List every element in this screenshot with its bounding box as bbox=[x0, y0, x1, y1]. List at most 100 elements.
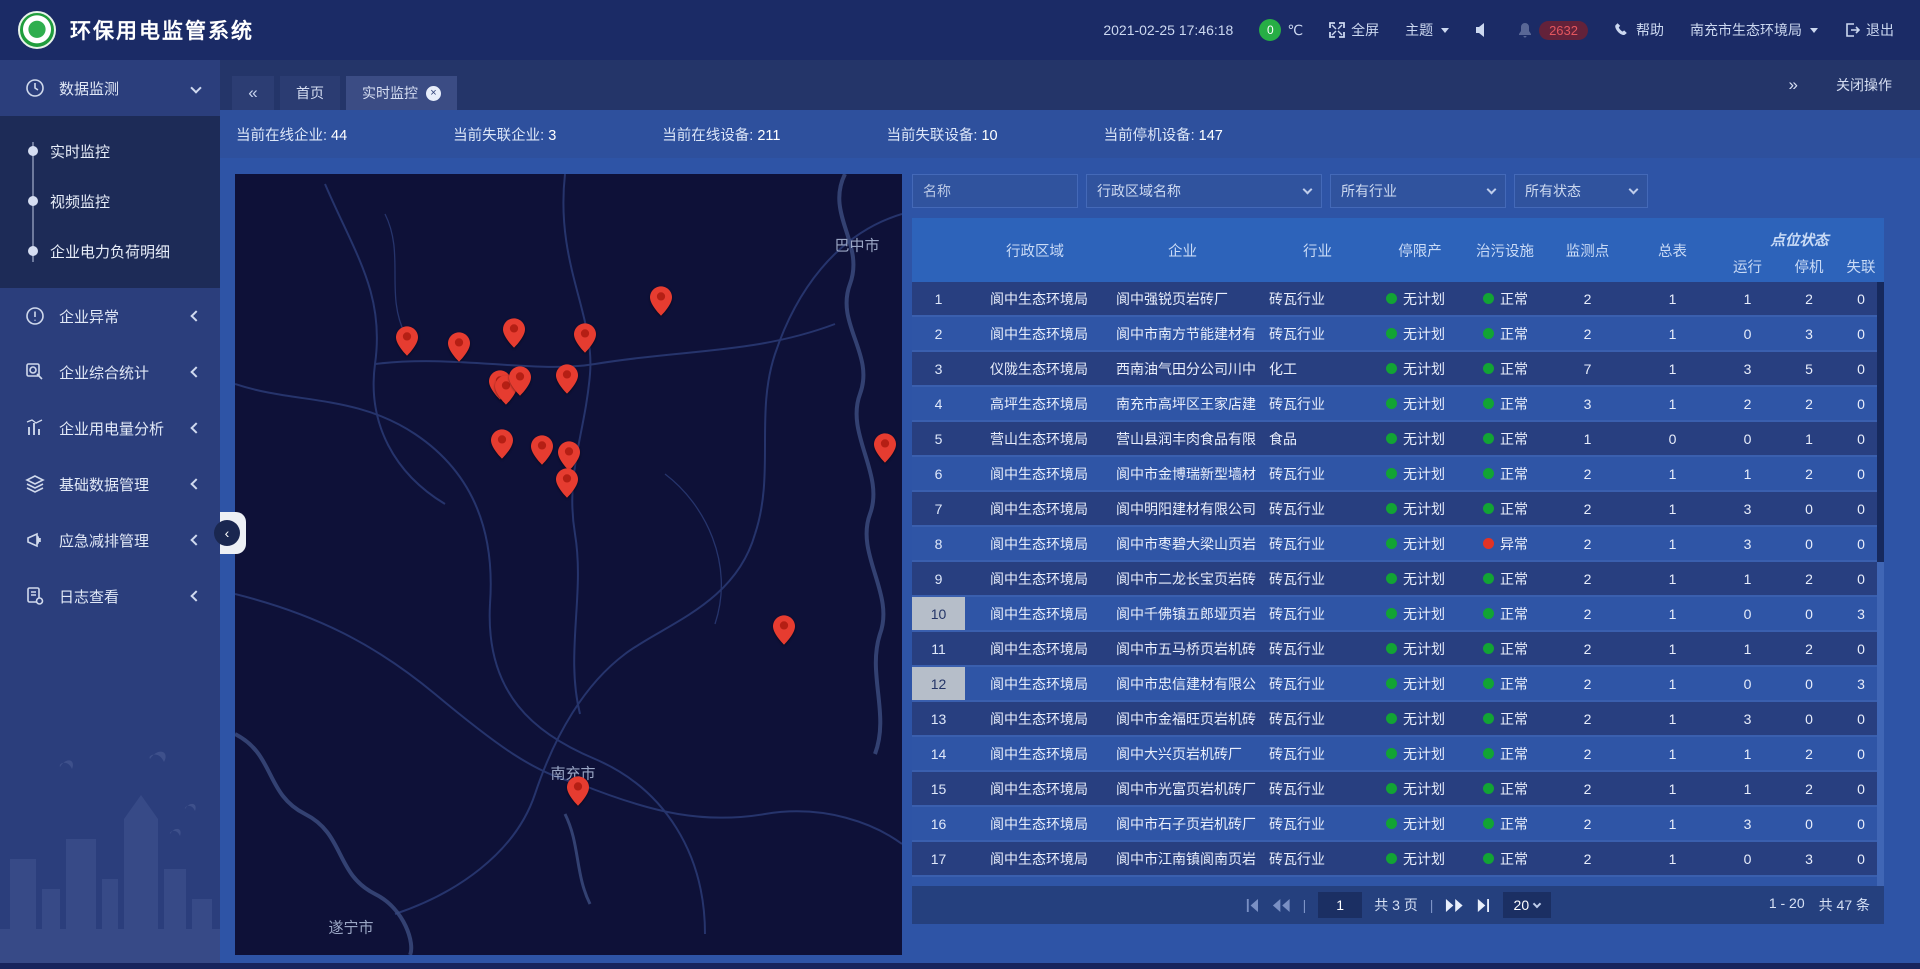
status-dot-icon bbox=[1483, 398, 1494, 409]
map-marker-icon[interactable] bbox=[491, 429, 513, 459]
tab-home[interactable]: 首页 bbox=[280, 76, 340, 110]
table-row[interactable]: 7阆中生态环境局阆中明阳建材有限公司砖瓦行业无计划正常21300 bbox=[912, 492, 1884, 527]
map-marker-icon[interactable] bbox=[874, 433, 896, 463]
map-marker-icon[interactable] bbox=[556, 468, 578, 498]
table-scrollbar[interactable] bbox=[1877, 282, 1884, 886]
table-row[interactable]: 12阆中生态环境局阆中市忠信建材有限公砖瓦行业无计划正常21003 bbox=[912, 667, 1884, 702]
first-page-button[interactable] bbox=[1245, 899, 1260, 912]
sidebar-item-power-load-detail[interactable]: 企业电力负荷明细 bbox=[0, 226, 220, 276]
page-number-input[interactable]: 1 bbox=[1318, 892, 1362, 918]
map-marker-icon[interactable] bbox=[448, 332, 470, 362]
sidebar-group-log-view[interactable]: 日志查看 bbox=[0, 568, 220, 624]
scrollbar-thumb[interactable] bbox=[1877, 282, 1884, 562]
last-page-button[interactable] bbox=[1476, 899, 1491, 912]
cell-limit-status: 无计划 bbox=[1375, 457, 1465, 490]
table-row[interactable]: 4高坪生态环境局南充市高坪区王家店建砖瓦行业无计划正常31220 bbox=[912, 387, 1884, 422]
cell-row-number: 8 bbox=[912, 527, 965, 560]
next-page-button[interactable] bbox=[1445, 899, 1464, 912]
cell-stop: 2 bbox=[1780, 282, 1838, 315]
sidebar-group-enterprise-statistics[interactable]: 企业综合统计 bbox=[0, 344, 220, 400]
cell-industry: 砖瓦行业 bbox=[1260, 597, 1375, 630]
cell-row-number: 6 bbox=[912, 457, 965, 490]
map-marker-icon[interactable] bbox=[556, 364, 578, 394]
cell-limit-status: 无计划 bbox=[1375, 632, 1465, 665]
org-dropdown[interactable]: 南充市生态环境局 bbox=[1690, 20, 1818, 40]
status-dot-icon bbox=[1483, 853, 1494, 864]
table-row[interactable]: 8阆中生态环境局阆中市枣碧大梁山页岩砖瓦行业无计划异常21300 bbox=[912, 527, 1884, 562]
sidebar-item-realtime-monitor[interactable]: 实时监控 bbox=[0, 126, 220, 176]
map-marker-icon[interactable] bbox=[396, 326, 418, 356]
region-filter-select[interactable]: 行政区域名称 bbox=[1086, 174, 1322, 208]
sidebar-item-video-monitor[interactable]: 视频监控 bbox=[0, 176, 220, 226]
sidebar-group-power-analysis[interactable]: 企业用电量分析 bbox=[0, 400, 220, 456]
map-panel[interactable]: 巴中市南充市遂宁市 bbox=[235, 174, 902, 955]
map-marker-icon[interactable] bbox=[558, 441, 580, 471]
industry-filter-select[interactable]: 所有行业 bbox=[1330, 174, 1506, 208]
cell-limit-status: 无计划 bbox=[1375, 562, 1465, 595]
table-row[interactable]: 17阆中生态环境局阆中市江南镇阆南页岩砖瓦行业无计划正常21030 bbox=[912, 842, 1884, 877]
page-size-select[interactable]: 20 bbox=[1503, 892, 1551, 918]
map-marker-icon[interactable] bbox=[574, 323, 596, 353]
tabs-scroll-right-button[interactable]: » bbox=[1789, 75, 1798, 95]
table-row[interactable]: 10阆中生态环境局阆中千佛镇五郎垭页岩砖瓦行业无计划正常21003 bbox=[912, 597, 1884, 632]
cell-facility-status: 正常 bbox=[1465, 562, 1545, 595]
map-marker-icon[interactable] bbox=[531, 435, 553, 465]
column-group-point-status: 点位状态 bbox=[1715, 218, 1884, 252]
status-dot-icon bbox=[1386, 748, 1397, 759]
close-icon[interactable]: × bbox=[426, 86, 441, 101]
sidebar-group-base-data[interactable]: 基础数据管理 bbox=[0, 456, 220, 512]
name-filter-field[interactable] bbox=[912, 174, 1078, 208]
table-row[interactable]: 1阆中生态环境局阆中强锐页岩砖厂砖瓦行业无计划正常21120 bbox=[912, 282, 1884, 317]
table-row[interactable]: 9阆中生态环境局阆中市二龙长宝页岩砖砖瓦行业无计划正常21120 bbox=[912, 562, 1884, 597]
prev-page-icon bbox=[1272, 899, 1291, 912]
column-header-region: 行政区域 bbox=[965, 218, 1105, 282]
table-row[interactable]: 6阆中生态环境局阆中市金博瑞新型墙材砖瓦行业无计划正常21120 bbox=[912, 457, 1884, 492]
sidebar-submenu: 实时监控 视频监控 企业电力负荷明细 bbox=[0, 116, 220, 288]
map-marker-icon[interactable] bbox=[503, 318, 525, 348]
status-dot-icon bbox=[1483, 328, 1494, 339]
cell-company: 阆中市枣碧大梁山页岩 bbox=[1105, 527, 1260, 560]
notifications[interactable]: 2632 bbox=[1517, 21, 1588, 40]
tabs-scroll-left-button[interactable]: « bbox=[232, 76, 274, 110]
sidebar-group-data-monitoring[interactable]: 数据监测 bbox=[0, 60, 220, 116]
help-button[interactable]: 帮助 bbox=[1614, 20, 1664, 40]
status-filter-select[interactable]: 所有状态 bbox=[1514, 174, 1648, 208]
cell-points: 2 bbox=[1545, 562, 1630, 595]
status-dot-icon bbox=[1483, 538, 1494, 549]
sidebar-group-enterprise-abnormal[interactable]: 企业异常 bbox=[0, 288, 220, 344]
cell-company: 阆中强锐页岩砖厂 bbox=[1105, 282, 1260, 315]
status-dot-icon bbox=[1386, 573, 1397, 584]
table-row[interactable]: 5营山生态环境局营山县润丰肉食品有限食品无计划正常10010 bbox=[912, 422, 1884, 457]
theme-dropdown[interactable]: 主题 bbox=[1405, 20, 1449, 40]
cell-row-number: 9 bbox=[912, 562, 965, 595]
logout-button[interactable]: 退出 bbox=[1844, 20, 1894, 40]
close-operations-dropdown[interactable]: 关闭操作 bbox=[1836, 75, 1892, 95]
cell-row-number: 13 bbox=[912, 702, 965, 735]
map-marker-icon[interactable] bbox=[773, 615, 795, 645]
app-logo-icon bbox=[18, 11, 56, 49]
cell-stop: 2 bbox=[1780, 387, 1838, 420]
fullscreen-button[interactable]: 全屏 bbox=[1329, 20, 1379, 40]
map-marker-icon[interactable] bbox=[567, 776, 589, 806]
table-row[interactable]: 11阆中生态环境局阆中市五马桥页岩机砖砖瓦行业无计划正常21120 bbox=[912, 632, 1884, 667]
map-marker-icon[interactable] bbox=[650, 286, 672, 316]
cell-facility-status: 正常 bbox=[1465, 842, 1545, 875]
sidebar-collapse-toggle[interactable]: ‹ bbox=[220, 512, 246, 554]
map-marker-icon[interactable] bbox=[509, 366, 531, 396]
prev-page-button[interactable] bbox=[1272, 899, 1291, 912]
table-row[interactable]: 14阆中生态环境局阆中大兴页岩机砖厂砖瓦行业无计划正常21120 bbox=[912, 737, 1884, 772]
sound-button[interactable] bbox=[1475, 22, 1491, 38]
table-row[interactable]: 2阆中生态环境局阆中市南方节能建材有砖瓦行业无计划正常21030 bbox=[912, 317, 1884, 352]
table-row[interactable]: 18南部生态环境局南部县鸿华页岩有限公砖瓦行业无计划正常62060 bbox=[912, 877, 1884, 886]
tab-realtime-monitor[interactable]: 实时监控 × bbox=[346, 76, 457, 110]
table-row[interactable]: 3仪陇生态环境局西南油气田分公司川中化工无计划正常71350 bbox=[912, 352, 1884, 387]
cell-meters: 1 bbox=[1630, 492, 1715, 525]
table-row[interactable]: 16阆中生态环境局阆中市石子页岩机砖厂砖瓦行业无计划正常21300 bbox=[912, 807, 1884, 842]
table-row[interactable]: 13阆中生态环境局阆中市金福旺页岩机砖砖瓦行业无计划正常21300 bbox=[912, 702, 1884, 737]
status-dot-icon bbox=[1386, 783, 1397, 794]
table-row[interactable]: 15阆中生态环境局阆中市光富页岩机砖厂砖瓦行业无计划正常21120 bbox=[912, 772, 1884, 807]
cell-run: 0 bbox=[1715, 317, 1780, 350]
sidebar-group-emergency-reduction[interactable]: 应急减排管理 bbox=[0, 512, 220, 568]
name-filter-input[interactable] bbox=[923, 183, 1067, 199]
cell-region: 阆中生态环境局 bbox=[965, 702, 1105, 735]
